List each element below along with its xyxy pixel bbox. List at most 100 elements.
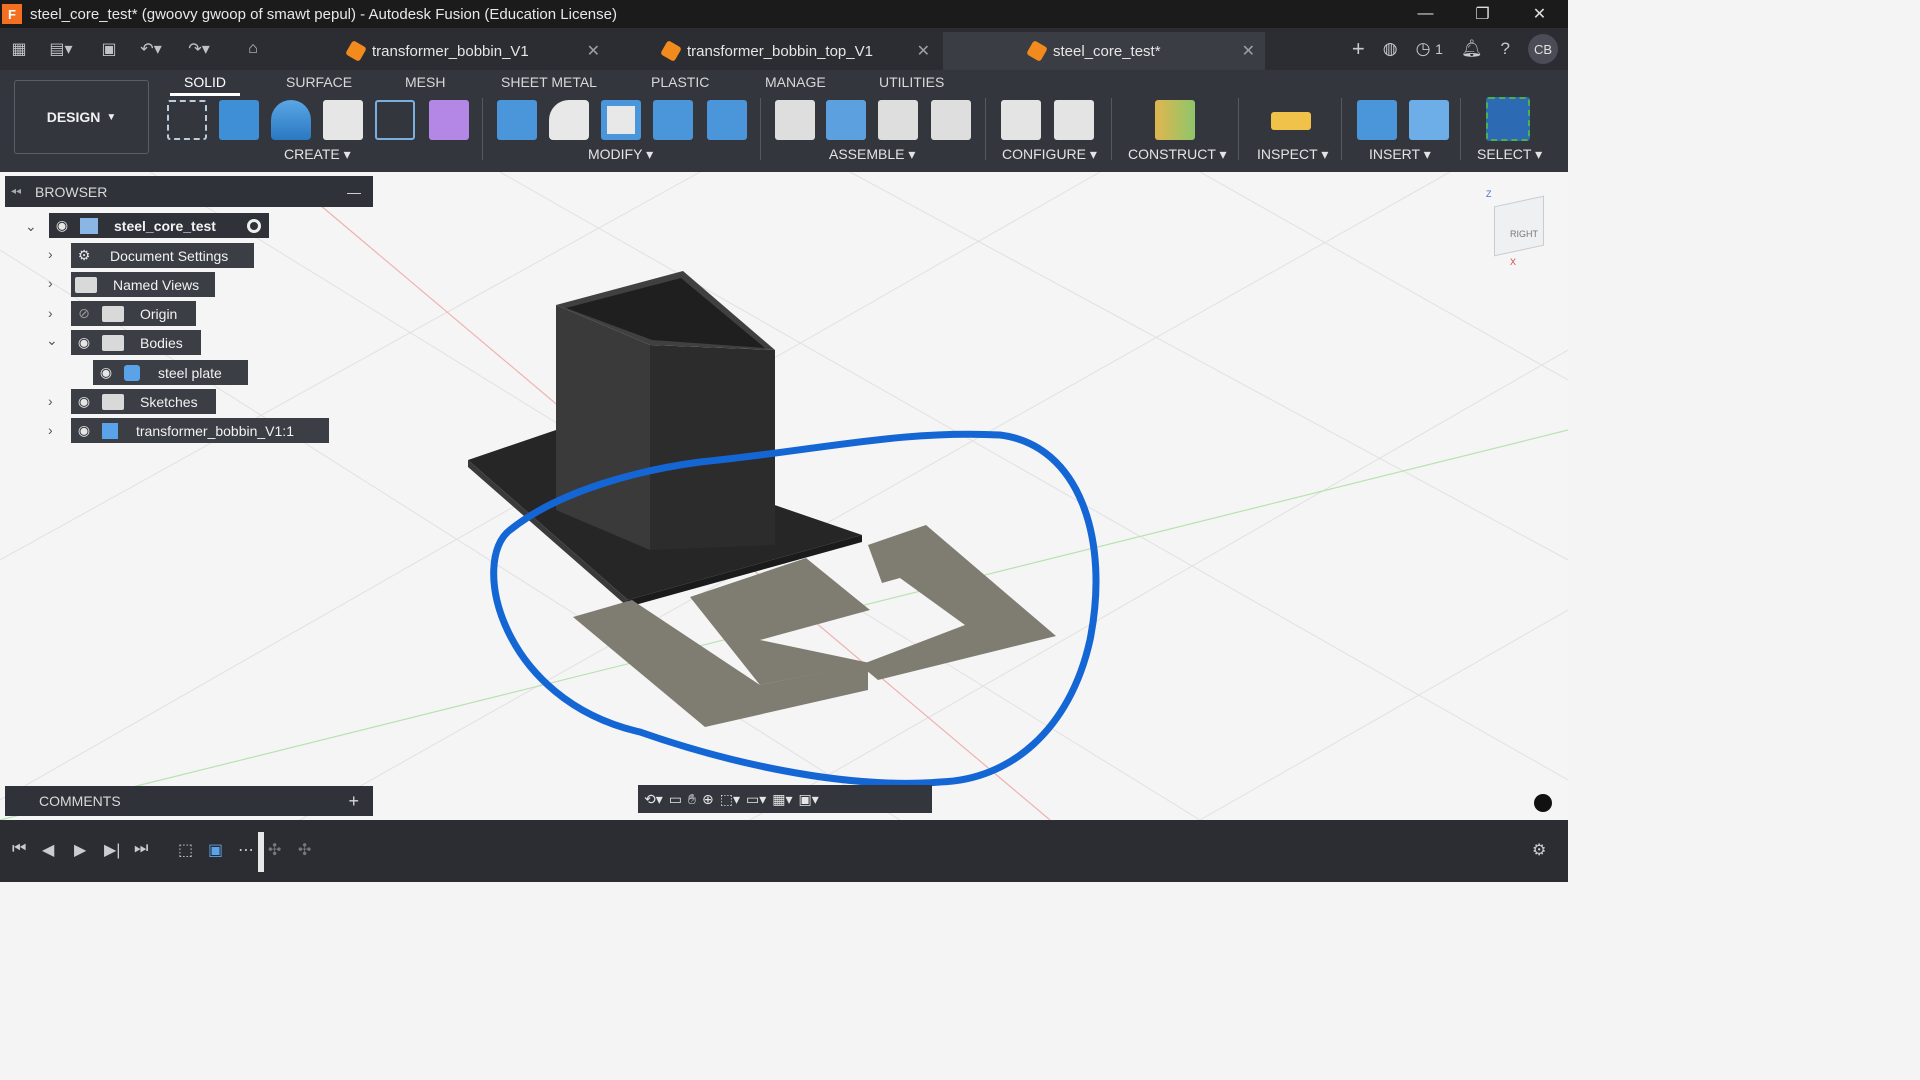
revolve-icon[interactable] [271,100,311,140]
close-tab-icon[interactable]: ✕ [917,41,930,61]
help-icon[interactable]: ? [1501,39,1510,59]
3d-canvas[interactable]: RIGHT Z X ⟲▾ ▭ ✋︎ ⊕ ⬚▾ ▭▾ ▦▾ ▣▾ [0,172,1568,820]
chevron-down-icon[interactable]: ⌄ [25,218,37,235]
tab-utilities[interactable]: UTILITIES [879,72,944,92]
tree-item-transformer-bobbin[interactable]: ◉ transformer_bobbin_V1:1 [71,418,329,443]
tree-item-sketches[interactable]: ◉ Sketches [71,389,216,414]
tab-sheet-metal[interactable]: SHEET METAL [501,72,597,92]
grid-settings-icon[interactable]: ▦▾ [772,791,792,808]
comments-panel-header[interactable]: COMMENTS + [5,786,373,816]
pattern-icon[interactable] [375,100,415,140]
new-tab-icon[interactable]: + [1352,36,1365,62]
extensions-icon[interactable]: ◍ [1383,39,1398,59]
timeline-joint-icon[interactable]: ✣ [298,840,311,860]
joint-icon[interactable] [775,100,815,140]
assemble-menu[interactable]: ASSEMBLE ▾ [829,146,915,163]
tree-item-steel-plate[interactable]: ◉ steel plate [93,360,248,385]
new-component-assemble-icon[interactable] [826,100,866,140]
tab-transformer-bobbin-v1[interactable]: transformer_bobbin_V1 ✕ [330,32,610,70]
pan-icon[interactable]: ✋︎ [688,791,696,808]
save-icon[interactable]: ▣ [94,39,124,59]
tab-steel-core-test[interactable]: steel_core_test* ✕ [943,32,1265,70]
hole-icon[interactable] [323,100,363,140]
go-to-end-icon[interactable]: ⏭ [134,840,148,858]
modify-menu[interactable]: MODIFY ▾ [588,146,653,163]
fit-icon[interactable]: ⬚▾ [720,791,740,808]
tab-mesh[interactable]: MESH [405,72,445,92]
notifications-icon[interactable]: 🔔︎ [1461,39,1483,59]
configure-menu[interactable]: CONFIGURE ▾ [1002,146,1097,163]
minimize-button[interactable]: — [1397,0,1454,28]
create-menu[interactable]: CREATE ▾ [284,146,351,163]
eye-icon[interactable]: ◉ [74,333,94,353]
eye-icon[interactable]: ◉ [96,363,116,383]
tree-root[interactable]: ◉ steel_core_test [49,213,269,238]
tree-item-origin[interactable]: ⊘ Origin [71,301,196,326]
home-icon[interactable]: ⌂ [238,40,268,58]
measure-icon[interactable] [1271,112,1311,130]
activate-radio-icon[interactable] [247,218,261,233]
new-component-icon[interactable] [429,100,469,140]
tree-item-named-views[interactable]: Named Views [71,272,215,297]
collapse-panel-icon[interactable]: ◂◂ [11,186,21,197]
insert-canvas-icon[interactable] [1409,100,1449,140]
close-tab-icon[interactable]: ✕ [587,41,600,61]
chevron-right-icon[interactable]: › [48,422,53,438]
look-at-icon[interactable]: ▭ [669,791,682,808]
press-pull-icon[interactable] [497,100,537,140]
chevron-right-icon[interactable]: › [48,305,53,321]
minimize-panel-icon[interactable]: — [347,184,361,200]
workspace-switcher-button[interactable]: DESIGN ▼ [14,80,149,154]
zoom-icon[interactable]: ⊕ [702,791,714,808]
viewports-icon[interactable]: ▣▾ [799,791,819,808]
restore-button[interactable]: ❐ [1454,0,1511,28]
tab-manage[interactable]: MANAGE [765,72,826,92]
go-to-start-icon[interactable]: ⏮ [12,840,26,858]
configure-icon[interactable] [1001,100,1041,140]
step-back-icon[interactable]: ◀ [42,840,54,860]
close-window-button[interactable]: ✕ [1511,0,1568,28]
inspect-menu[interactable]: INSPECT ▾ [1257,146,1328,163]
app-grid-icon[interactable]: ▦ [4,39,34,59]
shell-icon[interactable] [601,100,641,140]
timeline-marker[interactable] [258,832,264,872]
chevron-down-icon[interactable]: ⌄ [46,332,58,349]
undo-icon[interactable]: ↶▾ [136,39,166,59]
tab-transformer-bobbin-top-v1[interactable]: transformer_bobbin_top_V1 ✕ [645,32,940,70]
combine-icon[interactable] [653,100,693,140]
tab-solid[interactable]: SOLID [169,72,241,96]
file-menu-icon[interactable]: ▤▾ [46,39,76,59]
joint-origin-icon[interactable] [931,100,971,140]
eye-hidden-icon[interactable]: ⊘ [74,304,94,324]
comment-pen-icon[interactable] [1534,794,1552,812]
insert-derive-icon[interactable] [1357,100,1397,140]
timeline-extrude-icon[interactable]: ▣ [208,840,223,860]
tree-item-bodies[interactable]: ◉ Bodies [71,330,201,355]
tree-item-document-settings[interactable]: ⚙ Document Settings [71,243,254,268]
select-box-icon[interactable] [1486,97,1530,141]
step-forward-icon[interactable]: ▶| [104,840,120,860]
eye-icon[interactable]: ◉ [74,392,94,412]
eye-icon[interactable]: ◉ [52,216,72,236]
timeline-sketch-icon[interactable]: ⬚ [178,840,193,860]
configuration-table-icon[interactable] [1054,100,1094,140]
viewcube[interactable]: RIGHT Z X [1486,189,1556,269]
create-sketch-icon[interactable] [167,100,207,140]
chevron-right-icon[interactable]: › [48,275,53,291]
extrude-icon[interactable] [219,100,259,140]
select-menu[interactable]: SELECT ▾ [1477,146,1542,163]
timeline-pattern-icon[interactable]: ⋯ [238,840,254,860]
fillet-icon[interactable] [549,100,589,140]
timeline-settings-gear-icon[interactable]: ⚙ [1532,840,1546,860]
chevron-right-icon[interactable]: › [48,393,53,409]
construct-plane-icon[interactable] [1155,100,1195,140]
chevron-right-icon[interactable]: › [48,246,53,262]
viewcube-face[interactable] [1494,195,1544,257]
orbit-icon[interactable]: ⟲▾ [644,791,663,808]
steel-plate-right-leg[interactable] [860,525,1056,680]
avatar[interactable]: CB [1528,34,1558,64]
insert-menu[interactable]: INSERT ▾ [1369,146,1431,163]
construct-menu[interactable]: CONSTRUCT ▾ [1128,146,1227,163]
redo-icon[interactable]: ↷▾ [184,39,214,59]
play-icon[interactable]: ▶ [74,840,86,860]
